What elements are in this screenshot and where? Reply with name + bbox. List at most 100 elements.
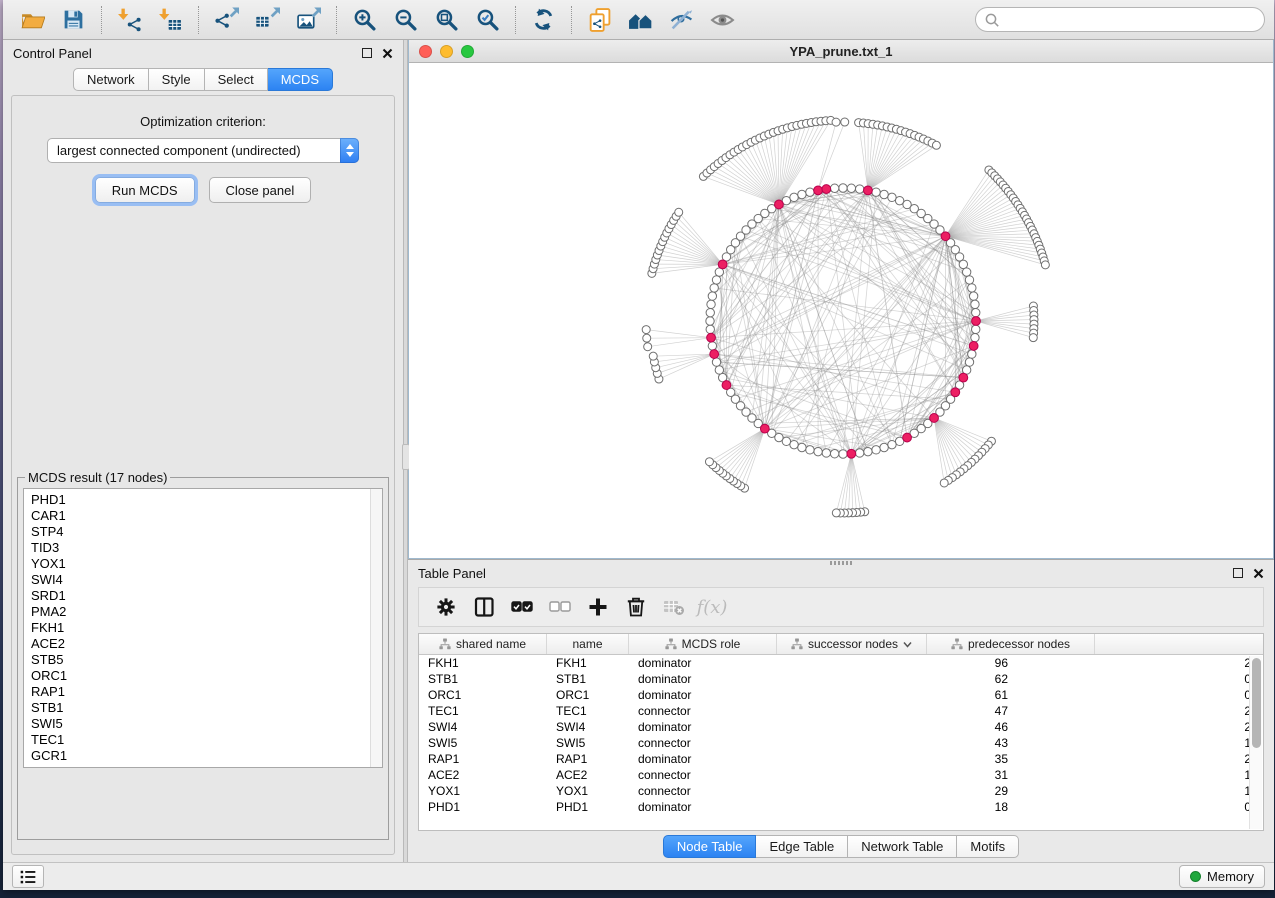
run-mcds-button[interactable]: Run MCDS [95, 177, 195, 203]
delete-column-button[interactable] [619, 591, 653, 623]
mcds-result-item[interactable]: STP4 [31, 524, 375, 540]
network-node[interactable] [847, 184, 855, 192]
network-node[interactable] [1041, 261, 1049, 269]
select-all-button[interactable] [505, 591, 539, 623]
table-row[interactable]: ACE2ACE2connector311 [419, 767, 1263, 783]
mcds-result-item[interactable]: YOX1 [31, 556, 375, 572]
network-node[interactable] [880, 443, 888, 451]
network-node[interactable] [790, 193, 798, 201]
mcds-result-item[interactable]: STB5 [31, 652, 375, 668]
network-node[interactable] [814, 447, 822, 455]
network-node[interactable] [706, 308, 714, 316]
zoom-out-button[interactable] [390, 4, 421, 36]
mcds-node[interactable] [951, 388, 960, 397]
network-node[interactable] [940, 479, 948, 487]
mcds-node[interactable] [903, 433, 912, 442]
mcds-node[interactable] [760, 424, 769, 433]
mcds-node[interactable] [941, 232, 950, 241]
mcds-result-item[interactable]: CAR1 [31, 508, 375, 524]
column-header-name[interactable]: name [547, 634, 629, 654]
split-panel-button[interactable] [467, 591, 501, 623]
tab-node-table[interactable]: Node Table [663, 835, 757, 858]
network-node[interactable] [864, 447, 872, 455]
table-row[interactable]: SWI4SWI4dominator462 [419, 719, 1263, 735]
column-header-predecessor-nodes[interactable]: predecessor nodes [927, 634, 1095, 654]
network-node[interactable] [839, 450, 847, 458]
zoom-fit-button[interactable] [431, 4, 462, 36]
network-node[interactable] [832, 118, 840, 126]
mcds-result-item[interactable]: STB1 [31, 700, 375, 716]
mcds-node[interactable] [930, 414, 939, 423]
mcds-node[interactable] [972, 317, 981, 326]
close-window-icon[interactable] [419, 45, 432, 58]
search-box[interactable] [975, 7, 1265, 32]
column-header-MCDS-role[interactable]: MCDS role [629, 634, 777, 654]
network-node[interactable] [959, 260, 967, 268]
tab-motifs[interactable]: Motifs [957, 835, 1019, 858]
mcds-node[interactable] [959, 373, 968, 382]
import-table-button[interactable] [155, 4, 186, 36]
network-node[interactable] [798, 443, 806, 451]
network-node[interactable] [888, 193, 896, 201]
mcds-result-item[interactable]: TEC1 [31, 732, 375, 748]
network-node[interactable] [706, 325, 714, 333]
network-node[interactable] [962, 268, 970, 276]
refresh-view-button[interactable] [528, 4, 559, 36]
optimization-criterion-select[interactable]: largest connected component (undirected) [47, 138, 359, 163]
task-history-button[interactable] [12, 865, 44, 888]
network-node[interactable] [710, 284, 718, 292]
mcds-result-item[interactable]: ORC1 [31, 668, 375, 684]
float-panel-icon[interactable] [362, 48, 372, 58]
mcds-result-item[interactable]: SWI5 [31, 716, 375, 732]
table-scrollbar-thumb[interactable] [1252, 658, 1261, 748]
mcds-node[interactable] [722, 381, 731, 390]
network-node[interactable] [705, 458, 713, 466]
mcds-result-item[interactable]: SWI4 [31, 572, 375, 588]
memory-button[interactable]: Memory [1179, 865, 1265, 888]
mcds-result-item[interactable]: PMA2 [31, 604, 375, 620]
export-network-button[interactable] [211, 4, 242, 36]
table-row[interactable]: ORC1ORC1dominator610 [419, 687, 1263, 703]
network-node[interactable] [649, 352, 657, 360]
network-node[interactable] [712, 276, 720, 284]
mcds-result-item[interactable]: TID3 [31, 540, 375, 556]
network-node[interactable] [830, 450, 838, 458]
open-file-button[interactable] [17, 4, 48, 36]
table-row[interactable]: YOX1YOX1connector291 [419, 783, 1263, 799]
network-node[interactable] [715, 366, 723, 374]
network-node[interactable] [708, 292, 716, 300]
network-node[interactable] [972, 325, 980, 333]
mcds-node[interactable] [718, 260, 727, 269]
save-session-button[interactable] [58, 4, 89, 36]
mcds-node[interactable] [814, 186, 823, 195]
mcds-result-list[interactable]: PHD1CAR1STP4TID3YOX1SWI4SRD1PMA2FKH1ACE2… [23, 488, 383, 768]
maximize-window-icon[interactable] [461, 45, 474, 58]
mcds-result-item[interactable]: ACE2 [31, 636, 375, 652]
network-node[interactable] [839, 184, 847, 192]
network-node[interactable] [971, 333, 979, 341]
column-header-shared-name[interactable]: shared name [419, 634, 547, 654]
network-node[interactable] [832, 509, 840, 517]
network-node[interactable] [888, 440, 896, 448]
table-panel-drag-grip[interactable] [830, 561, 852, 565]
network-node[interactable] [968, 350, 976, 358]
mcds-node[interactable] [707, 333, 716, 342]
network-node[interactable] [643, 334, 651, 342]
network-node[interactable] [712, 358, 720, 366]
network-node[interactable] [1029, 334, 1037, 342]
network-node[interactable] [932, 141, 940, 149]
mcds-node[interactable] [969, 342, 978, 351]
network-node[interactable] [708, 342, 716, 350]
network-node[interactable] [855, 185, 863, 193]
mcds-result-item[interactable]: PHD1 [31, 492, 375, 508]
show-graphics-details-button[interactable] [707, 4, 738, 36]
mcds-result-item[interactable]: SRD1 [31, 588, 375, 604]
tab-network-table[interactable]: Network Table [848, 835, 957, 858]
table-row[interactable]: PHD1PHD1dominator180 [419, 799, 1263, 815]
zoom-selected-button[interactable] [472, 4, 503, 36]
tab-style[interactable]: Style [149, 68, 205, 91]
import-network-button[interactable] [114, 4, 145, 36]
mcds-node[interactable] [847, 449, 856, 458]
clone-network-button[interactable] [584, 4, 615, 36]
mcds-result-item[interactable]: RAP1 [31, 684, 375, 700]
